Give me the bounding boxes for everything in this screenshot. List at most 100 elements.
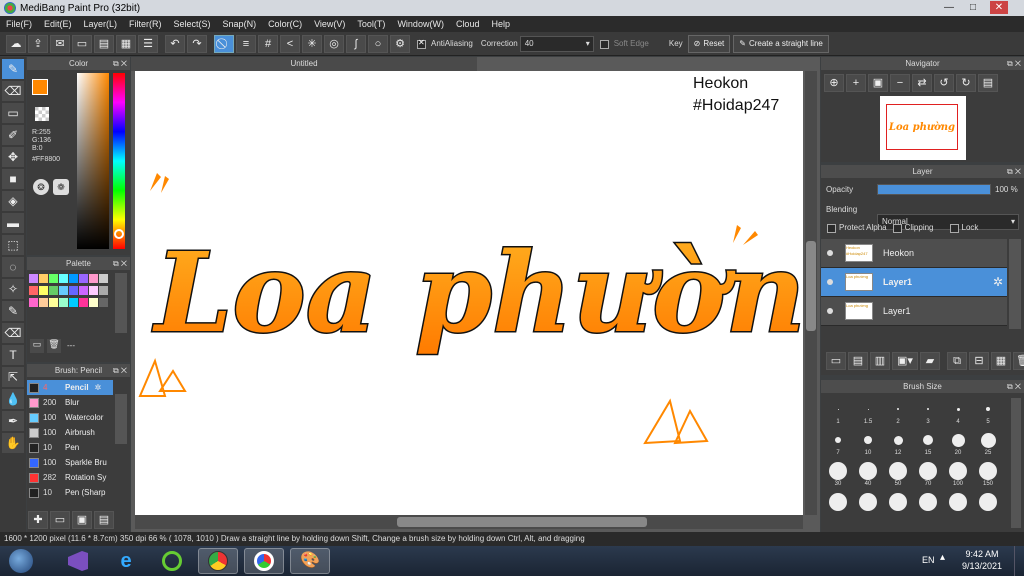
brush-item[interactable]: 282 Rotation Sy	[27, 470, 113, 485]
brush-item[interactable]: 100 Watercolor	[27, 410, 113, 425]
layer-scrollbar[interactable]	[1009, 239, 1021, 329]
menu-item[interactable]: Window(W)	[391, 19, 450, 29]
layer-settings-icon[interactable]: ▦	[991, 352, 1011, 370]
close-button[interactable]: ✕	[990, 1, 1008, 14]
palette-swatch[interactable]	[59, 286, 68, 295]
language-indicator[interactable]: EN	[922, 555, 935, 565]
horizontal-scroll-thumb[interactable]	[397, 517, 647, 527]
green-app-icon[interactable]	[152, 548, 192, 574]
page-icon[interactable]: ▭	[72, 34, 92, 53]
palette-swatch[interactable]	[49, 286, 58, 295]
palette-swatch[interactable]	[39, 274, 48, 283]
new-halftone-layer-icon[interactable]: ▤	[848, 352, 868, 370]
brush-item[interactable]: 10 Pen (Sharp	[27, 485, 113, 500]
vanish-snap-icon[interactable]: <	[280, 34, 300, 53]
radial-snap-icon[interactable]: ✳	[302, 34, 322, 53]
color-wheel-icon[interactable]: ❂	[33, 179, 49, 195]
transparent-swatch[interactable]	[35, 107, 49, 121]
canvas-tab[interactable]: Untitled	[131, 57, 477, 71]
delete-layer-icon[interactable]: 🗑	[1013, 352, 1024, 370]
eraser-icon[interactable]: ⌫	[2, 81, 24, 101]
palette-swatch[interactable]	[99, 274, 108, 283]
brush-settings-icon[interactable]: ✲	[95, 383, 102, 392]
brush-item[interactable]: 100 Sparkle Bru	[27, 455, 113, 470]
dropper-icon[interactable]: 💧	[2, 389, 24, 409]
brush-size-scrollbar[interactable]	[1011, 398, 1021, 528]
straight-line-button[interactable]: ✎ Create a straight line	[733, 34, 829, 53]
reverse-icon[interactable]: ⇄	[912, 74, 932, 92]
lasso-icon[interactable]: ◌	[2, 257, 24, 277]
palette-swatch[interactable]	[99, 298, 108, 307]
brush-size-cell[interactable]: 12	[883, 431, 913, 459]
comment-icon[interactable]: ✉	[50, 34, 70, 53]
brush-size-cell[interactable]: 15	[913, 431, 943, 459]
select-pen-icon[interactable]: ✎	[2, 301, 24, 321]
brush-size-cell[interactable]: 7	[823, 431, 853, 459]
soft-edge-checkbox[interactable]	[599, 40, 609, 49]
visibility-icon[interactable]	[827, 308, 833, 314]
undo-icon[interactable]: ↶	[165, 34, 185, 53]
panel-close-icon[interactable]: ⧉ ✕	[113, 364, 127, 377]
vertical-scroll-thumb[interactable]	[806, 241, 816, 331]
select-eraser-icon[interactable]: ⌫	[2, 323, 24, 343]
settings-snap-icon[interactable]: ⚙	[390, 34, 410, 53]
brush-size-cell[interactable]: 30	[823, 462, 853, 490]
antialiasing-checkbox[interactable]	[417, 38, 426, 49]
circle-snap-icon[interactable]: ○	[368, 34, 388, 53]
brush-item[interactable]: 100 Airbrush	[27, 425, 113, 440]
brush-settings-icon[interactable]: ▤	[94, 511, 114, 529]
palette-swatch[interactable]	[39, 286, 48, 295]
brush-size-cell[interactable]: 1	[823, 400, 853, 428]
brush-size-cell[interactable]: 150	[973, 462, 1003, 490]
palette-swatch[interactable]	[99, 286, 108, 295]
layer-settings-gear-icon[interactable]: ✲	[993, 275, 1003, 289]
cloud-icon[interactable]: ☁	[6, 34, 26, 53]
protect-alpha-checkbox[interactable]	[827, 224, 836, 233]
panel-close-icon[interactable]: ⧉ ✕	[1007, 165, 1021, 178]
paint-icon[interactable]: 🎨	[290, 548, 330, 574]
new-layer-icon[interactable]: ▭	[826, 352, 846, 370]
panel-close-icon[interactable]: ⧉ ✕	[1007, 57, 1021, 70]
lock-checkbox[interactable]	[949, 224, 959, 233]
visibility-icon[interactable]	[827, 250, 833, 256]
palette-swatch[interactable]	[49, 298, 58, 307]
list-icon[interactable]: ☰	[138, 34, 158, 53]
hand-icon[interactable]: ✋	[2, 433, 24, 453]
brush-size-cell[interactable]: 10	[853, 431, 883, 459]
redo-icon[interactable]: ↷	[187, 34, 207, 53]
canvas-horizontal-scrollbar[interactable]	[135, 515, 803, 529]
operation-icon[interactable]: ⇱	[2, 367, 24, 387]
zoom-out-icon[interactable]: −	[890, 74, 910, 92]
brush-size-cell[interactable]: 2	[883, 400, 913, 428]
color-saturation-picker[interactable]	[77, 73, 109, 249]
share-icon[interactable]: ⇪	[28, 34, 48, 53]
canvas-vertical-scrollbar[interactable]	[805, 71, 817, 515]
palette-swatch[interactable]	[59, 298, 68, 307]
duplicate-layer-icon[interactable]: ⧉	[947, 352, 967, 370]
zoom-in-icon[interactable]: +	[846, 74, 866, 92]
snap-off-icon[interactable]: ⃠	[214, 34, 234, 53]
document-icon[interactable]: ▤	[94, 34, 114, 53]
palette-swatch[interactable]	[49, 274, 58, 283]
magic-wand-icon[interactable]: ✧	[2, 279, 24, 299]
palette-swatch[interactable]	[59, 274, 68, 283]
palette-swatch[interactable]	[89, 286, 98, 295]
maximize-button[interactable]: □	[964, 1, 982, 14]
brush-item[interactable]: 4 Pencil ✲	[27, 380, 113, 395]
clipping-checkbox[interactable]	[892, 224, 902, 233]
menu-item[interactable]: Layer(L)	[78, 19, 124, 29]
menu-item[interactable]: Edit(E)	[38, 19, 78, 29]
rotate-left-icon[interactable]: ↺	[934, 74, 954, 92]
visibility-icon[interactable]	[827, 279, 833, 285]
palette-swatch[interactable]	[89, 274, 98, 283]
panel-close-icon[interactable]: ⧉ ✕	[1007, 380, 1021, 393]
zoom-fit-icon[interactable]: ⊕	[824, 74, 844, 92]
brush-size-cell[interactable]: 5	[973, 400, 1003, 428]
tray-arrow-icon[interactable]: ▴	[940, 552, 945, 563]
palette-swatch[interactable]	[29, 274, 38, 283]
menu-item[interactable]: Filter(R)	[123, 19, 168, 29]
palette-swatch[interactable]	[69, 274, 78, 283]
palette-swatch[interactable]	[39, 298, 48, 307]
hue-slider[interactable]	[113, 73, 125, 249]
brush-size-cell[interactable]	[883, 493, 913, 521]
